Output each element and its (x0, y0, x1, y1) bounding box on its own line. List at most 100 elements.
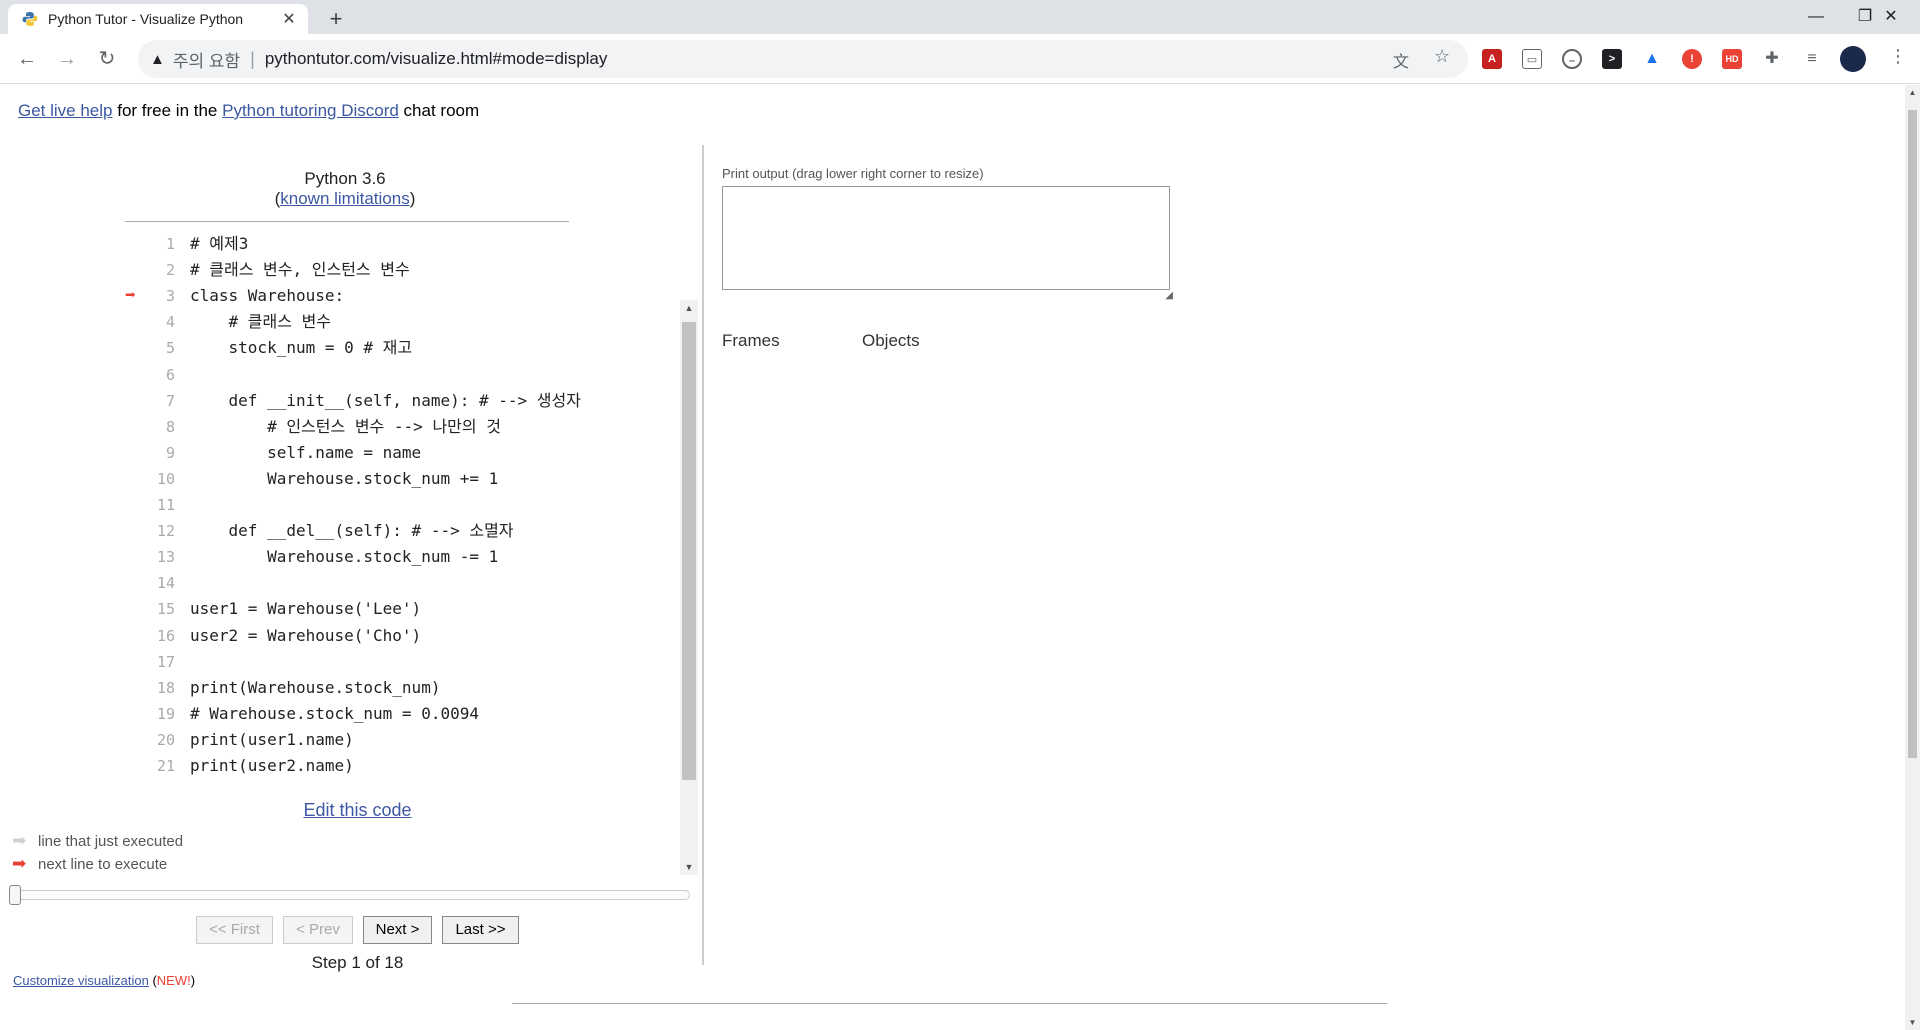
line-number[interactable]: 19 (145, 701, 175, 727)
security-label[interactable]: 주의 요함 (173, 47, 240, 72)
tab-close-icon[interactable]: ✕ (280, 9, 298, 29)
hd-extension-icon[interactable]: HD (1722, 49, 1742, 69)
code-scroll-down-icon[interactable]: ▼ (680, 862, 698, 872)
known-limitations-link[interactable]: known limitations (280, 189, 409, 208)
line-number[interactable]: 16 (145, 623, 175, 649)
back-button[interactable]: ← (12, 44, 42, 74)
new-tab-button[interactable]: + (322, 6, 350, 34)
line-number[interactable]: 15 (145, 596, 175, 622)
line-code: Warehouse.stock_num -= 1 (190, 547, 499, 567)
live-help-banner: Get live help for free in the Python tut… (18, 101, 479, 121)
paren-close: ) (409, 189, 416, 208)
page-scroll-down-icon[interactable]: ▼ (1905, 1018, 1920, 1027)
reload-button[interactable]: ↻ (92, 44, 122, 74)
tab-extension-icon[interactable]: ▭ (1522, 49, 1542, 69)
line-number[interactable]: 17 (145, 649, 175, 675)
browser-tab[interactable]: Python Tutor - Visualize Python ✕ (8, 4, 308, 34)
line-number[interactable]: 8 (145, 414, 175, 440)
code-line: 2 # 클래스 변수, 인스턴스 변수 (125, 257, 685, 283)
new-badge: NEW! (156, 973, 191, 988)
address-bar[interactable]: ▲ 주의 요함 | pythontutor.com/visualize.html… (138, 40, 1468, 78)
python-version-header: Python 3.6 (known limitations) (125, 169, 565, 209)
python-logo-icon (22, 12, 38, 26)
extensions-puzzle-icon[interactable]: ✚ (1762, 49, 1782, 69)
next-button[interactable]: Next > (363, 916, 432, 944)
print-output-label: Print output (drag lower right corner to… (722, 166, 984, 181)
line-number[interactable]: 12 (145, 518, 175, 544)
customize-paren-close: ) (190, 973, 196, 988)
page-scroll-thumb[interactable] (1908, 110, 1917, 758)
reading-list-icon[interactable]: ≡ (1802, 49, 1822, 69)
code-line: 4 # 클래스 변수 (125, 309, 685, 335)
print-output-box[interactable]: ◢ (722, 186, 1173, 301)
line-code: # 예제3 (190, 234, 249, 253)
line-number[interactable]: 3 (145, 283, 175, 309)
code-line: 19 # Warehouse.stock_num = 0.0094 (125, 701, 685, 727)
line-code: # 인스턴스 변수 --> 나만의 것 (190, 416, 501, 436)
browser-tabstrip: Python Tutor - Visualize Python ✕ + — ❐ … (0, 0, 1920, 34)
resize-grip-icon[interactable]: ◢ (1165, 290, 1173, 301)
drive-extension-icon[interactable]: ▲ (1642, 49, 1662, 69)
line-number[interactable]: 18 (145, 675, 175, 701)
code-line: 12 def __del__(self): # --> 소멸자 (125, 518, 685, 544)
line-number[interactable]: 21 (145, 753, 175, 779)
customize-visualization-link[interactable]: Customize visualization (13, 973, 149, 988)
line-number[interactable]: 4 (145, 309, 175, 335)
line-code: def __init__(self, name): # --> 생성자 (190, 390, 581, 410)
frames-header: Frames (722, 331, 780, 350)
bookmark-star-icon[interactable]: ☆ (1434, 46, 1450, 67)
edit-code-link[interactable]: Edit this code (303, 800, 411, 820)
page-scrollbar[interactable]: ▲ ▼ (1905, 85, 1920, 1030)
code-line: 16 user2 = Warehouse('Cho') (125, 623, 685, 649)
step-slider-handle[interactable] (9, 885, 21, 905)
prev-button[interactable]: < Prev (283, 916, 353, 944)
line-code: print(user2.name) (190, 756, 354, 775)
chat-extension-icon[interactable]: – (1562, 49, 1582, 69)
terminal-extension-icon[interactable]: > (1602, 49, 1622, 69)
line-code: print(Warehouse.stock_num) (190, 677, 441, 697)
warning-triangle-icon[interactable]: ▲ (150, 51, 165, 68)
line-number[interactable]: 22 (145, 779, 175, 785)
line-number[interactable]: 6 (145, 362, 175, 388)
last-button[interactable]: Last >> (442, 916, 519, 944)
live-help-link[interactable]: Get live help (18, 101, 113, 120)
next-arrow-icon: ➡ (12, 854, 27, 873)
code-line: 11 (125, 492, 685, 518)
step-slider[interactable] (9, 885, 690, 905)
code-line: 14 (125, 570, 685, 596)
line-code: print(user1.__dict__) (190, 779, 392, 785)
code-line: 6 (125, 362, 685, 388)
line-number[interactable]: 13 (145, 544, 175, 570)
objects-header: Objects (862, 331, 920, 350)
first-button[interactable]: << First (196, 916, 273, 944)
profile-avatar[interactable] (1840, 46, 1866, 72)
line-number[interactable]: 7 (145, 388, 175, 414)
pdf-extension-icon[interactable]: A (1482, 49, 1502, 69)
code-line: 21 print(user2.name) (125, 753, 685, 779)
line-number[interactable]: 11 (145, 492, 175, 518)
code-line: 1 # 예제3 (125, 231, 685, 257)
code-line: 8 # 인스턴스 변수 --> 나만의 것 (125, 414, 685, 440)
line-number[interactable]: 1 (145, 231, 175, 257)
code-scrollbar[interactable]: ▲ ▼ (680, 300, 698, 875)
forward-button[interactable]: → (52, 44, 82, 74)
line-number[interactable]: 20 (145, 727, 175, 753)
line-code: self.name = name (190, 442, 422, 462)
code-scroll-thumb[interactable] (682, 322, 696, 780)
code-scroll-up-icon[interactable]: ▲ (680, 303, 698, 313)
browser-menu-icon[interactable]: ⋮ (1889, 46, 1907, 67)
code-line: 10 Warehouse.stock_num += 1 (125, 466, 685, 492)
code-line: 18 print(Warehouse.stock_num) (125, 675, 685, 701)
url-text[interactable]: pythontutor.com/visualize.html#mode=disp… (265, 49, 608, 69)
line-number[interactable]: 5 (145, 335, 175, 361)
line-number[interactable]: 9 (145, 440, 175, 466)
page-scroll-up-icon[interactable]: ▲ (1905, 88, 1920, 97)
adblock-extension-icon[interactable]: ! (1682, 49, 1702, 69)
discord-link[interactable]: Python tutoring Discord (222, 101, 399, 120)
line-number[interactable]: 2 (145, 257, 175, 283)
translate-icon[interactable]: 文 (1393, 48, 1409, 72)
line-number[interactable]: 10 (145, 466, 175, 492)
close-window-button[interactable]: ✕ (1862, 0, 1920, 34)
line-number[interactable]: 14 (145, 570, 175, 596)
omnibox-separator: | (250, 48, 255, 69)
